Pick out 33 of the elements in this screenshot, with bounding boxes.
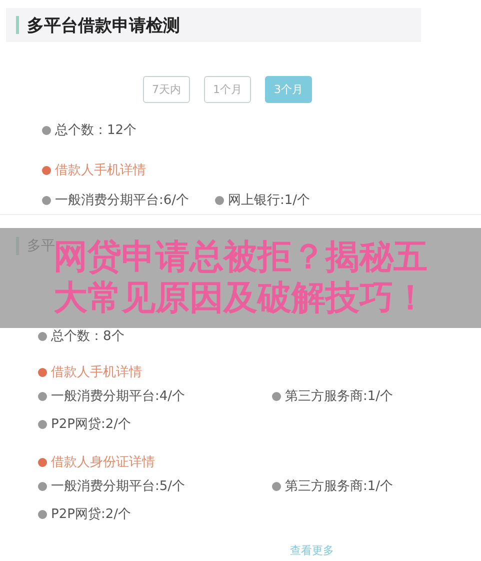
bullet-icon xyxy=(38,420,47,428)
bullet-icon xyxy=(38,458,47,466)
stat-text: 总个数：12个 xyxy=(55,122,137,139)
stat-text: 网上银行:1/个 xyxy=(228,192,310,209)
bullet-icon xyxy=(272,482,281,490)
group-title: 借款人手机详情 xyxy=(51,364,142,381)
headline-text: 网贷申请总被拒？揭秘五大常见原因及破解技巧！ xyxy=(54,237,428,319)
group-title: 借款人身份证详情 xyxy=(51,454,155,471)
section-title: 多平台借款申请检测 xyxy=(27,14,180,36)
view-more-link[interactable]: 查看更多 xyxy=(290,543,334,558)
bullet-icon xyxy=(38,392,47,400)
period-tab[interactable]: 3个月 xyxy=(265,76,312,103)
bullet-icon xyxy=(42,126,51,134)
bullet-icon xyxy=(215,196,224,204)
bullet-icon xyxy=(42,166,51,174)
bullet-icon xyxy=(42,196,51,204)
period-tab[interactable]: 7天内 xyxy=(143,76,190,103)
stat-text: 一般消费分期平台:4/个 xyxy=(51,388,186,405)
stat-text: P2P网贷:2/个 xyxy=(51,416,131,433)
accent-bar-icon xyxy=(16,16,19,34)
bullet-icon xyxy=(38,510,47,518)
group-title: 借款人手机详情 xyxy=(55,162,146,179)
bullet-icon xyxy=(272,392,281,400)
bullet-icon xyxy=(38,368,47,376)
stat-text: P2P网贷:2/个 xyxy=(51,506,131,523)
stat-text: 第三方服务商:1/个 xyxy=(285,478,394,495)
stat-text: 总个数：8个 xyxy=(51,328,124,345)
period-tab[interactable]: 1个月 xyxy=(204,76,251,103)
stat-text: 第三方服务商:1/个 xyxy=(285,388,394,405)
bullet-icon xyxy=(38,332,47,340)
stat-text: 一般消费分期平台:5/个 xyxy=(51,478,186,495)
stat-text: 一般消费分期平台:6/个 xyxy=(55,192,190,209)
bullet-icon xyxy=(38,482,47,490)
